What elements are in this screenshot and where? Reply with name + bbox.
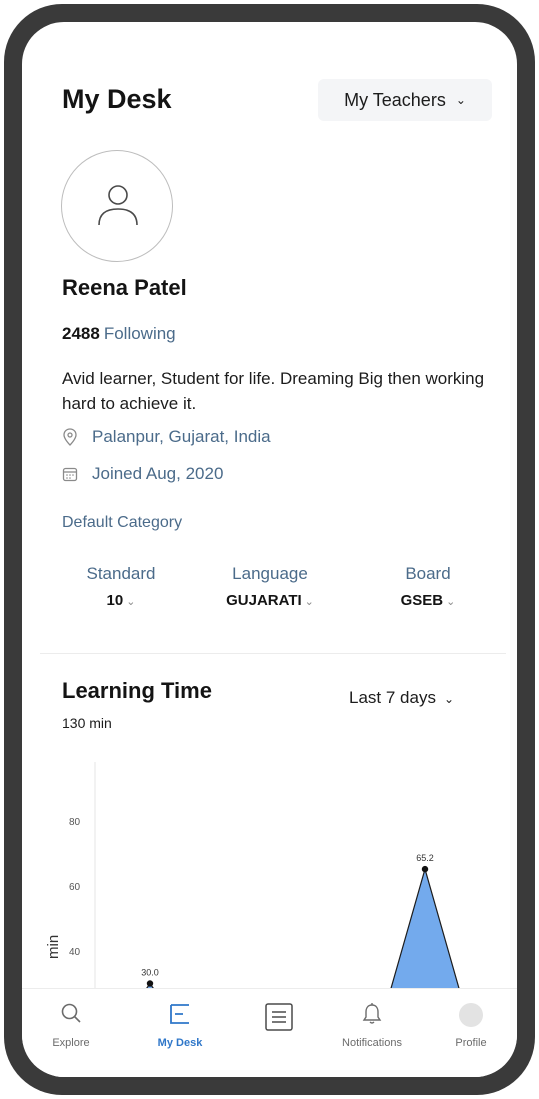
standard-label: Standard bbox=[86, 564, 156, 583]
list-icon bbox=[265, 1003, 293, 1031]
learning-time-title: Learning Time bbox=[62, 678, 212, 703]
chevron-down-icon: ⌄ bbox=[446, 596, 456, 608]
y-tick-label: 80 bbox=[69, 817, 81, 828]
joined-row: Joined Aug, 2020 bbox=[62, 464, 223, 484]
user-name: Reena Patel bbox=[62, 275, 187, 300]
nav-my-desk[interactable]: My Desk bbox=[135, 989, 225, 1059]
chevron-down-icon: ⌄ bbox=[126, 596, 136, 608]
calendar-icon bbox=[62, 467, 78, 482]
language-selector: Language GUJARATI ⌄ bbox=[205, 564, 335, 609]
chevron-down-icon: ⌄ bbox=[304, 596, 314, 608]
user-icon bbox=[98, 185, 138, 226]
my-teachers-dropdown[interactable]: My Teachers ⌄ bbox=[318, 79, 492, 121]
language-value: GUJARATI bbox=[226, 592, 302, 609]
standard-value: 10 bbox=[106, 592, 124, 609]
following-count: 2488 bbox=[62, 324, 100, 343]
board-value: GSEB bbox=[400, 592, 444, 609]
nav-label: Explore bbox=[52, 1037, 90, 1049]
default-category-title: Default Category bbox=[62, 514, 183, 531]
device-frame: My Desk My Teachers ⌄ Reena Patel 2488 Fo… bbox=[4, 4, 535, 1095]
location-text: Palanpur, Gujarat, India bbox=[92, 427, 271, 446]
following-link[interactable]: 2488 Following bbox=[62, 324, 176, 344]
language-value-dropdown[interactable]: GUJARATI ⌄ bbox=[205, 592, 335, 609]
avatar[interactable] bbox=[61, 150, 173, 262]
nav-notifications[interactable]: Notifications bbox=[322, 989, 422, 1059]
data-label: 30.0 bbox=[141, 968, 159, 978]
section-divider bbox=[40, 653, 506, 654]
nav-label: Notifications bbox=[342, 1037, 402, 1049]
board-selector: Board GSEB ⌄ bbox=[378, 564, 478, 609]
learning-time-chart: 40 60 80 min 30.0 65.2 bbox=[45, 762, 462, 994]
data-point bbox=[421, 865, 429, 873]
following-label: Following bbox=[103, 324, 176, 343]
desk-icon bbox=[170, 1004, 189, 1024]
bottom-nav: Explore My Desk Notifications Profile bbox=[22, 988, 517, 1077]
standard-selector: Standard 10 ⌄ bbox=[66, 564, 176, 609]
bell-icon bbox=[362, 1003, 382, 1024]
standard-value-dropdown[interactable]: 10 ⌄ bbox=[66, 592, 176, 609]
nav-explore[interactable]: Explore bbox=[36, 989, 106, 1059]
learning-time-total: 130 min bbox=[62, 715, 112, 731]
joined-text: Joined Aug, 2020 bbox=[92, 464, 224, 483]
phone-screen: My Desk My Teachers ⌄ Reena Patel 2488 Fo… bbox=[22, 22, 517, 1077]
y-tick-label: 60 bbox=[69, 882, 81, 893]
location-row: Palanpur, Gujarat, India bbox=[62, 427, 271, 447]
nav-label: Profile bbox=[455, 1037, 487, 1049]
chevron-down-icon: ⌄ bbox=[443, 692, 455, 706]
time-range-dropdown[interactable]: Last 7 days ⌄ bbox=[349, 688, 454, 708]
user-bio: Avid learner, Student for life. Dreaming… bbox=[62, 369, 485, 413]
search-icon bbox=[61, 1003, 81, 1023]
y-axis-label: min bbox=[45, 935, 62, 959]
location-pin-icon bbox=[63, 428, 77, 446]
page-title: My Desk bbox=[62, 84, 172, 114]
chevron-down-icon: ⌄ bbox=[455, 93, 466, 107]
nav-profile[interactable]: Profile bbox=[438, 989, 504, 1059]
time-range-label: Last 7 days bbox=[349, 688, 436, 707]
avatar-icon bbox=[459, 1003, 483, 1027]
nav-list[interactable] bbox=[249, 989, 309, 1059]
y-tick-label: 40 bbox=[69, 947, 81, 958]
board-label: Board bbox=[405, 564, 451, 583]
board-value-dropdown[interactable]: GSEB ⌄ bbox=[378, 592, 478, 609]
nav-label: My Desk bbox=[157, 1037, 203, 1049]
language-label: Language bbox=[232, 564, 308, 583]
data-label: 65.2 bbox=[416, 853, 434, 863]
my-teachers-label: My Teachers bbox=[344, 89, 446, 110]
data-point bbox=[146, 980, 154, 987]
